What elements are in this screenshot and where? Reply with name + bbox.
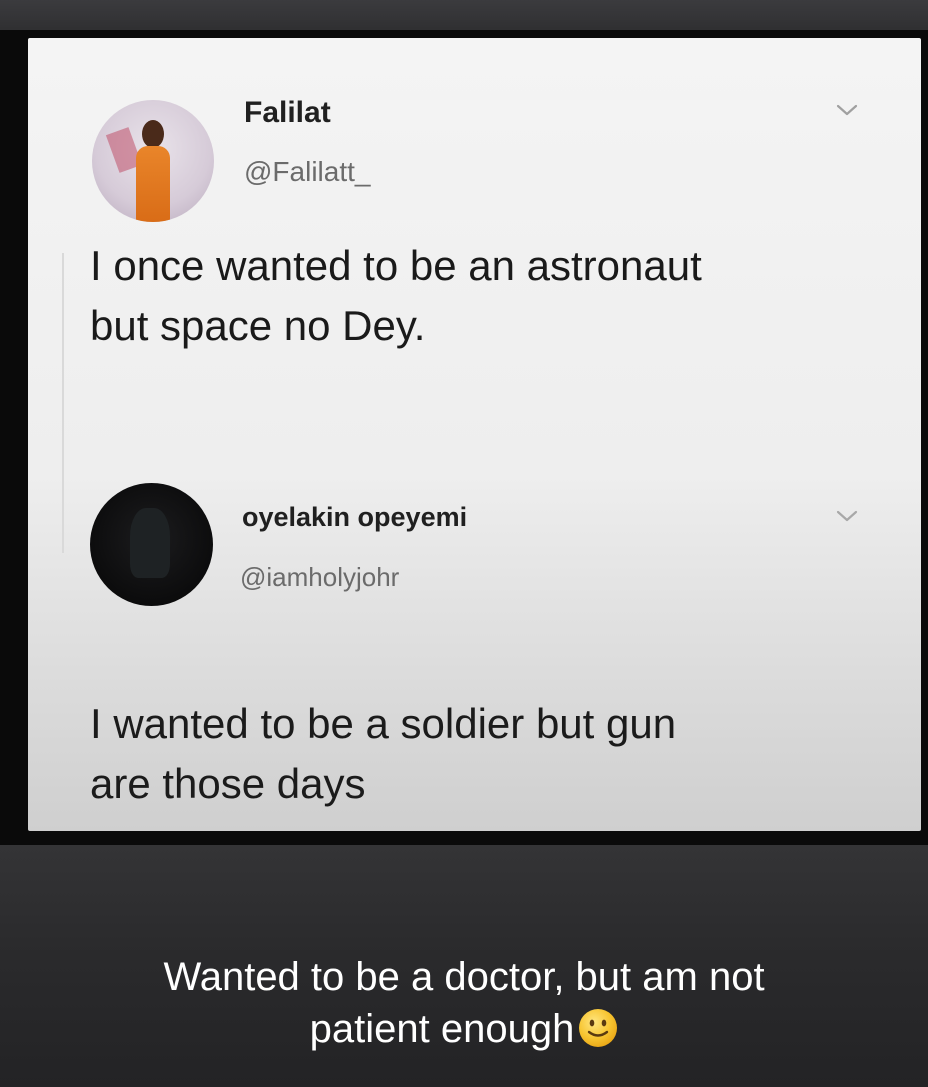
- tweet-1-handle[interactable]: @Falilatt_: [244, 156, 370, 188]
- tweet-2-handle[interactable]: @iamholyjohr: [240, 562, 399, 593]
- chevron-down-icon[interactable]: [834, 506, 860, 526]
- tweet-1-display-name[interactable]: Falilat: [244, 96, 331, 130]
- chevron-down-icon[interactable]: [834, 100, 860, 120]
- avatar-figure-head: [142, 120, 164, 148]
- story-caption-area: Wanted to be a doctor, but am not patien…: [0, 845, 928, 1087]
- caption-line-2-wrap: patient enough: [0, 1003, 928, 1055]
- top-strip: [0, 0, 928, 34]
- avatar-dark-figure: [130, 508, 170, 578]
- slightly-smiling-face-icon: [579, 1009, 618, 1047]
- tweet-2-display-name[interactable]: oyelakin opeyemi: [242, 502, 467, 533]
- tweet-screenshot-card: Falilat @Falilatt_ I once wanted to be a…: [28, 38, 921, 831]
- avatar-oyelakin[interactable]: [90, 483, 213, 606]
- card-left-edge: [62, 253, 64, 553]
- caption-line-1: Wanted to be a doctor, but am not: [163, 955, 765, 999]
- avatar-falilat[interactable]: [92, 100, 214, 222]
- avatar-figure-body: [136, 146, 170, 222]
- story-caption: Wanted to be a doctor, but am not patien…: [0, 951, 928, 1055]
- tweet-1-text: I once wanted to be an astronaut but spa…: [90, 242, 702, 349]
- caption-line-2: patient enough: [309, 1007, 575, 1051]
- tweet-2-text: I wanted to be a soldier but gun are tho…: [90, 700, 677, 807]
